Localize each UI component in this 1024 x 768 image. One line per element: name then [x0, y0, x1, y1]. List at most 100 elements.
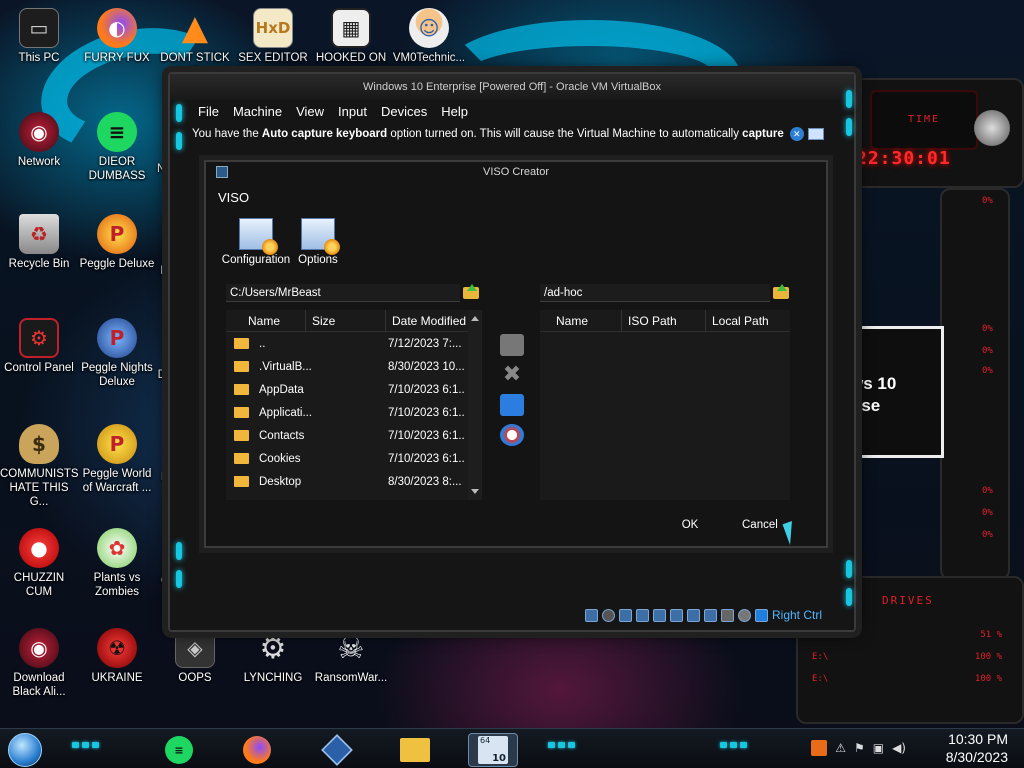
shared-folders-icon[interactable]	[669, 608, 683, 622]
file-date: 7/10/2023 6:1...	[388, 452, 464, 465]
menu-machine[interactable]: Machine	[233, 104, 282, 119]
column-iso-path[interactable]: ISO Path	[622, 309, 706, 332]
mouse-integration-icon[interactable]	[737, 608, 751, 622]
viso-creator-dialog[interactable]: VISO Creator VISO Configuration Options …	[204, 160, 828, 548]
file-row[interactable]: Contacts 7/10/2023 6:1...	[226, 424, 482, 447]
file-row[interactable]: Cookies 7/10/2023 6:1...	[226, 447, 482, 470]
hdd-icon[interactable]	[584, 608, 598, 622]
viso-content-list[interactable]: Name ISO Path Local Path	[540, 309, 790, 500]
desktop-icon-label: SEX EDITOR	[238, 52, 308, 64]
bezel-accent	[846, 118, 852, 136]
desktop-icon-control-panel[interactable]: ⚙ Control Panel	[0, 318, 78, 375]
keyboard-capture-icon[interactable]	[754, 608, 768, 622]
display-icon[interactable]	[686, 608, 700, 622]
menu-input[interactable]: Input	[338, 104, 367, 119]
file-date: 7/10/2023 6:1...	[388, 406, 464, 419]
recording-icon[interactable]	[703, 608, 717, 622]
alien-head-icon	[974, 110, 1010, 146]
column-name[interactable]: Name	[540, 309, 622, 332]
desktop-icon-ukraine[interactable]: ☢ UKRAINE	[78, 628, 156, 685]
desktop-icon-oops[interactable]: ◈ OOPS	[156, 628, 234, 685]
column-size[interactable]: Size	[306, 309, 386, 332]
viso-folder-up-button[interactable]	[772, 284, 790, 300]
desktop-icon-download-black[interactable]: ◉ Download Black Ali...	[0, 628, 78, 699]
desktop-icon-chuzzin[interactable]: ● CHUZZIN CUM	[0, 528, 78, 599]
options-button[interactable]: Options	[294, 218, 342, 266]
close-notice-icon[interactable]: ✕	[789, 127, 804, 141]
desktop-icon-label: RansomWar...	[314, 672, 388, 684]
audio-icon[interactable]	[618, 608, 632, 622]
desktop-icon-label: Control Panel	[4, 362, 74, 374]
window-title[interactable]: Windows 10 Enterprise [Powered Off] - Or…	[170, 74, 854, 100]
volume-icon[interactable]: ◀)	[892, 741, 906, 755]
add-to-viso-icon[interactable]	[500, 334, 524, 356]
column-local-path[interactable]: Local Path	[706, 310, 790, 332]
desktop-icon-peggle-nights[interactable]: P Peggle Nights Deluxe	[78, 318, 156, 389]
desktop-icon-dieor[interactable]: ≡ DIEOR DUMBASS	[78, 112, 156, 183]
taskbar-firefox[interactable]	[232, 733, 282, 767]
menu-file[interactable]: File	[198, 104, 219, 119]
desktop-icon-sex-editor[interactable]: HxD SEX EDITOR	[234, 8, 312, 65]
menu-help[interactable]: Help	[441, 104, 468, 119]
file-row[interactable]: .. 7/12/2023 7:...	[226, 332, 482, 355]
optical-drive-icon[interactable]	[601, 608, 615, 622]
network-status-icon[interactable]	[635, 608, 649, 622]
remove-icon[interactable]: ✖	[500, 364, 524, 386]
taskbar-spotify[interactable]: ≡	[154, 733, 204, 767]
usb-icon[interactable]	[652, 608, 666, 622]
desktop-icon-pvz[interactable]: ✿ Plants vs Zombies	[78, 528, 156, 599]
cpu-icon[interactable]	[720, 608, 734, 622]
column-name[interactable]: Name	[226, 309, 306, 332]
computer-icon: ▭	[19, 8, 59, 48]
new-directory-icon[interactable]	[500, 394, 524, 416]
host-folder-up-button[interactable]	[462, 284, 480, 300]
start-button[interactable]	[8, 733, 42, 767]
tray-app-icon[interactable]	[811, 740, 828, 756]
desktop-icon-ransomware[interactable]: ☠ RansomWar...	[312, 628, 390, 685]
taskbar-clock[interactable]: 10:30 PM 8/30/2023	[946, 730, 1008, 766]
warning-icon[interactable]: ⚠	[835, 741, 846, 755]
viso-path-field[interactable]: /ad-hoc	[540, 284, 770, 302]
firefox-icon: ◐	[97, 8, 137, 48]
desktop-icon-network[interactable]: ◉ Network	[0, 112, 78, 169]
ok-button[interactable]: OK	[654, 514, 726, 536]
chuzzle-icon: ●	[19, 528, 59, 568]
meter-value: 0%	[982, 486, 993, 496]
menu-devices[interactable]: Devices	[381, 104, 427, 119]
viso-dialog-title[interactable]: VISO Creator	[206, 162, 826, 182]
desktop-icon-hooked-on[interactable]: ▦ HOOKED ON	[312, 8, 390, 65]
desktop-icon-label: VM0Technic...	[392, 52, 466, 64]
taskbar-vm-window[interactable]: 64 10	[468, 733, 518, 767]
file-row[interactable]: .VirtualB... 8/30/2023 10...	[226, 355, 482, 378]
file-row[interactable]: AppData 7/10/2023 6:1...	[226, 378, 482, 401]
desktop-icon-lynching[interactable]: ⚙ LYNCHING	[234, 628, 312, 685]
technician-icon: ☺	[409, 8, 449, 48]
file-row[interactable]: Desktop 8/30/2023 8:...	[226, 470, 482, 493]
host-list-scrollbar[interactable]	[468, 310, 482, 500]
desktop-icon-recycle-bin[interactable]: ♻ Recycle Bin	[0, 214, 78, 271]
file-name: Applicati...	[259, 406, 313, 419]
menu-view[interactable]: View	[296, 104, 324, 119]
desktop-icon-vm0technic[interactable]: ☺ VM0Technic...	[390, 8, 468, 65]
drive-label: E:\	[812, 652, 829, 662]
file-row[interactable]: Applicati... 7/10/2023 6:1...	[226, 401, 482, 424]
network-tray-icon[interactable]: ▣	[873, 741, 884, 755]
host-file-list[interactable]: Name Size Date Modified .. 7/12/2023 7:.…	[226, 309, 482, 500]
desktop-icon-dont-stick[interactable]: ▲ DONT STICK T	[156, 8, 234, 79]
desktop-icon-label: Peggle World of Warcraft ...	[82, 468, 152, 494]
configuration-button[interactable]: Configuration	[220, 218, 292, 266]
desktop-icon-peggle[interactable]: P Peggle Deluxe	[78, 214, 156, 271]
desktop-icon-peggle-wow[interactable]: P Peggle World of Warcraft ...	[78, 424, 156, 495]
host-path-field[interactable]: C:/Users/MrBeast	[226, 284, 460, 302]
reset-icon[interactable]	[500, 424, 524, 446]
desktop-icon-this-pc[interactable]: ▭ This PC	[0, 8, 78, 65]
file-date: 7/12/2023 7:...	[388, 337, 462, 350]
column-date-modified[interactable]: Date Modified	[386, 310, 468, 332]
desktop-icon-communists[interactable]: $ COMMUNISTS HATE THIS G...	[0, 424, 79, 509]
taskbar-virtualbox[interactable]	[312, 733, 362, 767]
notice-mouse-icon[interactable]	[807, 128, 824, 140]
hex-editor-icon: HxD	[253, 8, 293, 48]
taskbar-file-explorer[interactable]	[390, 733, 440, 767]
desktop-icon-furry-fux[interactable]: ◐ FURRY FUX	[78, 8, 156, 65]
flag-icon[interactable]: ⚑	[854, 741, 865, 755]
